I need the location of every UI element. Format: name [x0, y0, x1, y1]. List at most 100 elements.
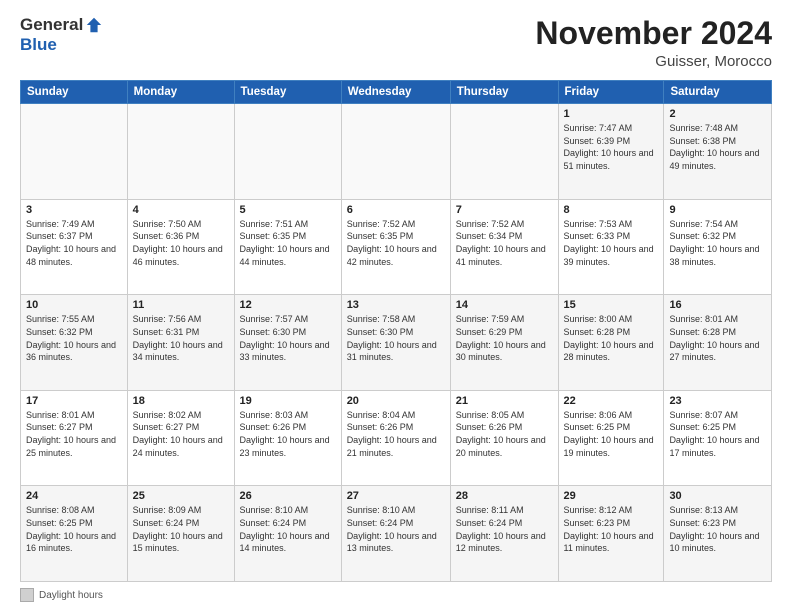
day-info: Sunrise: 7:50 AM Sunset: 6:36 PM Dayligh… — [133, 218, 229, 268]
day-info: Sunrise: 7:54 AM Sunset: 6:32 PM Dayligh… — [669, 218, 766, 268]
day-cell: 28Sunrise: 8:11 AM Sunset: 6:24 PM Dayli… — [450, 486, 558, 582]
day-number: 26 — [240, 490, 336, 502]
day-cell: 6Sunrise: 7:52 AM Sunset: 6:35 PM Daylig… — [341, 199, 450, 295]
header-monday: Monday — [127, 81, 234, 104]
day-number: 12 — [240, 299, 336, 311]
day-cell: 13Sunrise: 7:58 AM Sunset: 6:30 PM Dayli… — [341, 295, 450, 391]
logo: General Blue — [20, 16, 103, 55]
month-title: November 2024 — [535, 16, 772, 51]
day-cell: 8 Sunrise: 7:53 AM Sunset: 6:33 PM Daylig… — [558, 199, 664, 295]
day-cell: 15Sunrise: 8:00 AM Sunset: 6:28 PM Dayli… — [558, 295, 664, 391]
day-cell: 22 Sunrise: 8:06 AM Sunset: 6:25 PM Dayli… — [558, 390, 664, 486]
week-row-2: 10 Sunrise: 7:55 AM Sunset: 6:32 PM Dayli… — [21, 295, 772, 391]
day-number: 22 — [564, 395, 659, 407]
day-info: Sunrise: 7:49 AM Sunset: 6:37 PM Dayligh… — [26, 218, 122, 268]
logo-blue: Blue — [20, 35, 57, 54]
day-cell: 19Sunrise: 8:03 AM Sunset: 6:26 PM Dayli… — [234, 390, 341, 486]
day-number: 20 — [347, 395, 445, 407]
day-number: 11 — [133, 299, 229, 311]
day-cell: 26 Sunrise: 8:10 AM Sunset: 6:24 PM Dayli… — [234, 486, 341, 582]
day-number: 9 — [669, 204, 766, 216]
day-cell: 11 Sunrise: 7:56 AM Sunset: 6:31 PM Dayli… — [127, 295, 234, 391]
day-number: 16 — [669, 299, 766, 311]
day-cell: 17 Sunrise: 8:01 AM Sunset: 6:27 PM Dayli… — [21, 390, 128, 486]
legend-box — [20, 588, 34, 602]
day-info: Sunrise: 8:04 AM Sunset: 6:26 PM Dayligh… — [347, 409, 445, 459]
header-saturday: Saturday — [664, 81, 772, 104]
header-sunday: Sunday — [21, 81, 128, 104]
header-tuesday: Tuesday — [234, 81, 341, 104]
day-number: 10 — [26, 299, 122, 311]
header-wednesday: Wednesday — [341, 81, 450, 104]
day-info: Sunrise: 8:08 AM Sunset: 6:25 PM Dayligh… — [26, 504, 122, 554]
legend: Daylight hours — [20, 588, 772, 602]
day-info: Sunrise: 8:09 AM Sunset: 6:24 PM Dayligh… — [133, 504, 229, 554]
day-number: 17 — [26, 395, 122, 407]
day-info: Sunrise: 7:52 AM Sunset: 6:34 PM Dayligh… — [456, 218, 553, 268]
day-number: 30 — [669, 490, 766, 502]
day-info: Sunrise: 7:58 AM Sunset: 6:30 PM Dayligh… — [347, 313, 445, 363]
day-cell: 27 Sunrise: 8:10 AM Sunset: 6:24 PM Dayli… — [341, 486, 450, 582]
day-number: 18 — [133, 395, 229, 407]
day-info: Sunrise: 8:10 AM Sunset: 6:24 PM Dayligh… — [240, 504, 336, 554]
day-number: 2 — [669, 108, 766, 120]
day-info: Sunrise: 7:53 AM Sunset: 6:33 PM Dayligh… — [564, 218, 659, 268]
day-number: 6 — [347, 204, 445, 216]
day-number: 24 — [26, 490, 122, 502]
day-cell: 25Sunrise: 8:09 AM Sunset: 6:24 PM Dayli… — [127, 486, 234, 582]
day-number: 7 — [456, 204, 553, 216]
logo-general: General — [20, 16, 83, 35]
day-info: Sunrise: 7:57 AM Sunset: 6:30 PM Dayligh… — [240, 313, 336, 363]
day-info: Sunrise: 7:55 AM Sunset: 6:32 PM Dayligh… — [26, 313, 122, 363]
day-info: Sunrise: 8:12 AM Sunset: 6:23 PM Dayligh… — [564, 504, 659, 554]
day-cell: 5 Sunrise: 7:51 AM Sunset: 6:35 PM Daylig… — [234, 199, 341, 295]
week-row-3: 17 Sunrise: 8:01 AM Sunset: 6:27 PM Dayli… — [21, 390, 772, 486]
day-cell — [234, 104, 341, 200]
day-number: 4 — [133, 204, 229, 216]
week-row-1: 3Sunrise: 7:49 AM Sunset: 6:37 PM Daylig… — [21, 199, 772, 295]
day-info: Sunrise: 8:03 AM Sunset: 6:26 PM Dayligh… — [240, 409, 336, 459]
day-cell: 16 Sunrise: 8:01 AM Sunset: 6:28 PM Dayli… — [664, 295, 772, 391]
day-cell: 7 Sunrise: 7:52 AM Sunset: 6:34 PM Daylig… — [450, 199, 558, 295]
title-block: November 2024 Guisser, Morocco — [535, 16, 772, 70]
day-info: Sunrise: 7:56 AM Sunset: 6:31 PM Dayligh… — [133, 313, 229, 363]
day-cell: 10 Sunrise: 7:55 AM Sunset: 6:32 PM Dayli… — [21, 295, 128, 391]
week-row-0: 1 Sunrise: 7:47 AM Sunset: 6:39 PM Daylig… — [21, 104, 772, 200]
day-cell: 12 Sunrise: 7:57 AM Sunset: 6:30 PM Dayli… — [234, 295, 341, 391]
day-number: 27 — [347, 490, 445, 502]
week-row-4: 24 Sunrise: 8:08 AM Sunset: 6:25 PM Dayli… — [21, 486, 772, 582]
day-info: Sunrise: 8:10 AM Sunset: 6:24 PM Dayligh… — [347, 504, 445, 554]
day-info: Sunrise: 7:51 AM Sunset: 6:35 PM Dayligh… — [240, 218, 336, 268]
day-cell: 29 Sunrise: 8:12 AM Sunset: 6:23 PM Dayli… — [558, 486, 664, 582]
day-info: Sunrise: 8:05 AM Sunset: 6:26 PM Dayligh… — [456, 409, 553, 459]
day-cell: 21Sunrise: 8:05 AM Sunset: 6:26 PM Dayli… — [450, 390, 558, 486]
day-number: 1 — [564, 108, 659, 120]
logo-icon — [85, 16, 103, 34]
day-cell: 14Sunrise: 7:59 AM Sunset: 6:29 PM Dayli… — [450, 295, 558, 391]
day-info: Sunrise: 7:48 AM Sunset: 6:38 PM Dayligh… — [669, 122, 766, 172]
day-info: Sunrise: 8:13 AM Sunset: 6:23 PM Dayligh… — [669, 504, 766, 554]
day-info: Sunrise: 7:47 AM Sunset: 6:39 PM Dayligh… — [564, 122, 659, 172]
calendar-table: Sunday Monday Tuesday Wednesday Thursday… — [20, 80, 772, 582]
day-info: Sunrise: 8:01 AM Sunset: 6:27 PM Dayligh… — [26, 409, 122, 459]
header-thursday: Thursday — [450, 81, 558, 104]
day-cell: 23Sunrise: 8:07 AM Sunset: 6:25 PM Dayli… — [664, 390, 772, 486]
day-cell: 2 Sunrise: 7:48 AM Sunset: 6:38 PM Daylig… — [664, 104, 772, 200]
day-info: Sunrise: 8:01 AM Sunset: 6:28 PM Dayligh… — [669, 313, 766, 363]
day-number: 8 — [564, 204, 659, 216]
day-cell: 3Sunrise: 7:49 AM Sunset: 6:37 PM Daylig… — [21, 199, 128, 295]
weekday-header-row: Sunday Monday Tuesday Wednesday Thursday… — [21, 81, 772, 104]
day-info: Sunrise: 8:06 AM Sunset: 6:25 PM Dayligh… — [564, 409, 659, 459]
header-friday: Friday — [558, 81, 664, 104]
calendar-body: 1 Sunrise: 7:47 AM Sunset: 6:39 PM Daylig… — [21, 104, 772, 582]
location: Guisser, Morocco — [535, 53, 772, 70]
day-cell — [127, 104, 234, 200]
day-number: 14 — [456, 299, 553, 311]
day-cell: 9 Sunrise: 7:54 AM Sunset: 6:32 PM Daylig… — [664, 199, 772, 295]
day-number: 29 — [564, 490, 659, 502]
day-number: 23 — [669, 395, 766, 407]
day-cell — [450, 104, 558, 200]
day-number: 5 — [240, 204, 336, 216]
day-info: Sunrise: 8:00 AM Sunset: 6:28 PM Dayligh… — [564, 313, 659, 363]
day-cell: 18Sunrise: 8:02 AM Sunset: 6:27 PM Dayli… — [127, 390, 234, 486]
